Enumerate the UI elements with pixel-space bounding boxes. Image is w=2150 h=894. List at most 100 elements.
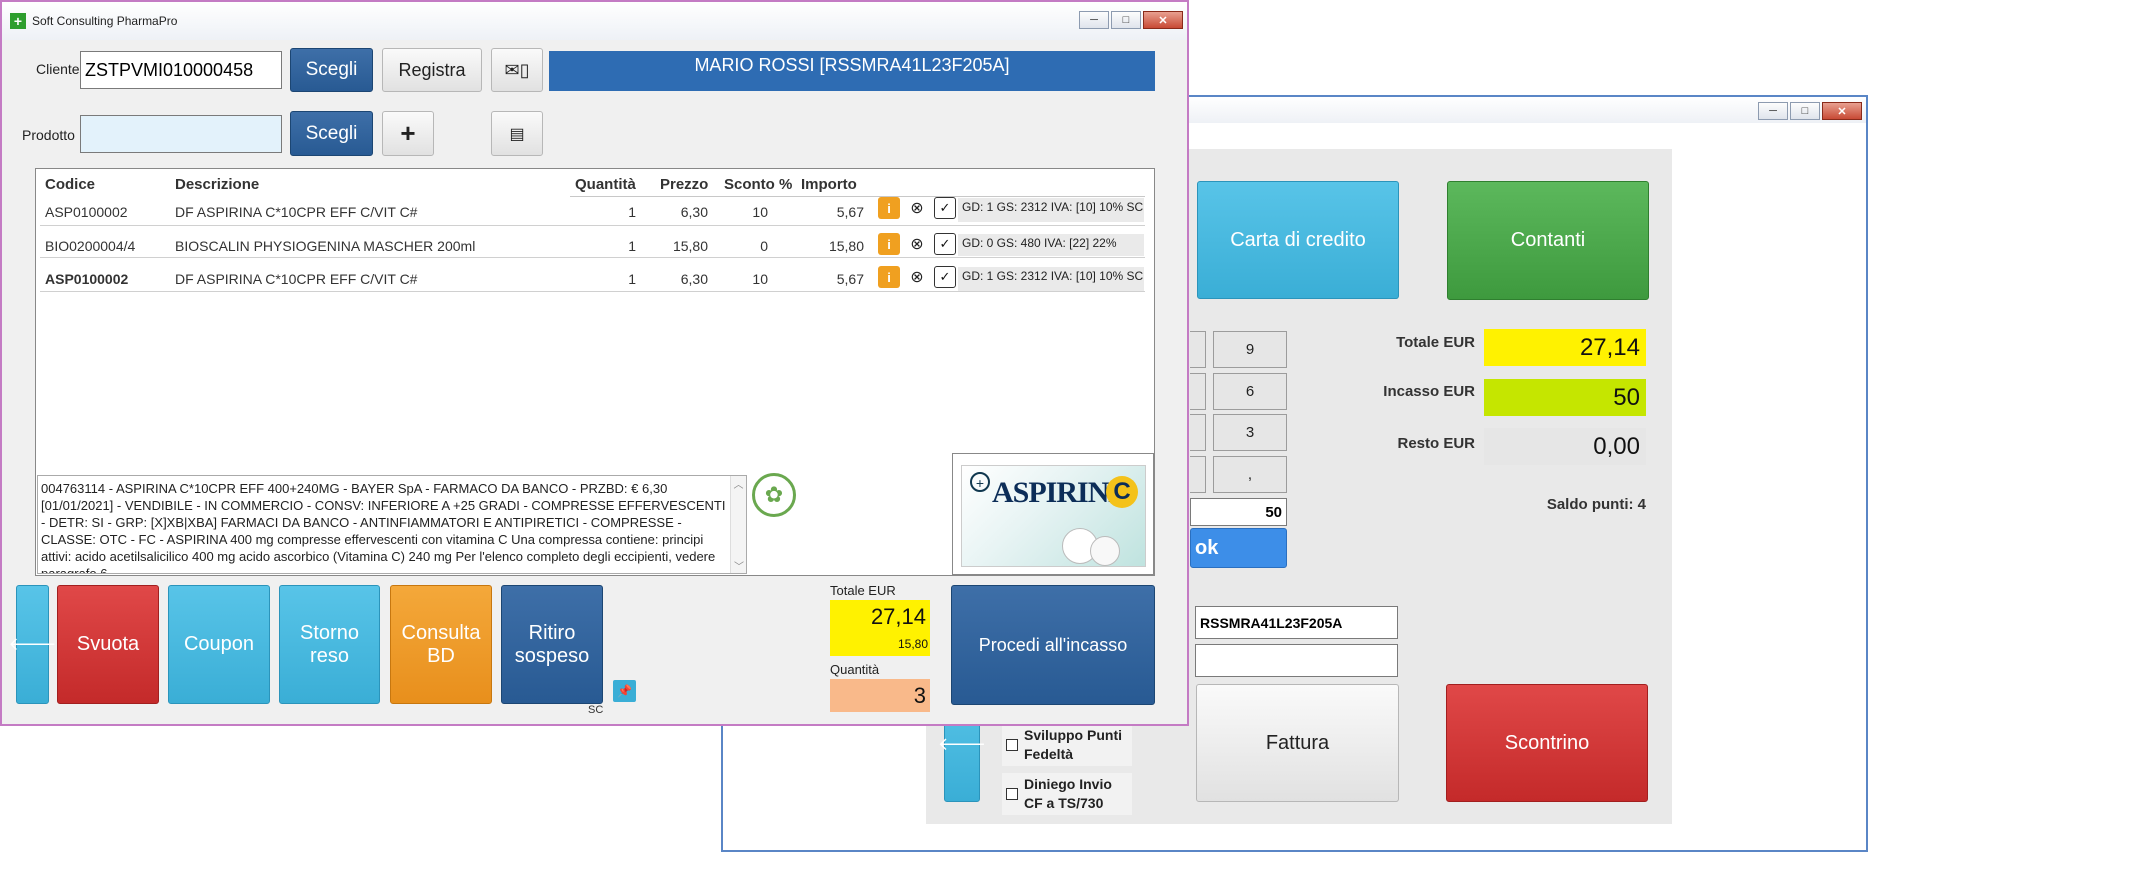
resto-eur-label: Resto EUR bbox=[1397, 435, 1475, 452]
list-icon: ▤ bbox=[509, 125, 525, 143]
row-info: GD: 1 GS: 2312 IVA: [10] 10% SCD: 31/10/… bbox=[958, 267, 1144, 291]
remove-icon[interactable]: ⊗ bbox=[906, 197, 928, 219]
col-descrizione: Descrizione bbox=[175, 176, 260, 193]
maximize-icon[interactable]: □ bbox=[1790, 102, 1820, 120]
coupon-button[interactable]: Coupon bbox=[168, 585, 270, 704]
storno-reso-button[interactable]: Storno reso bbox=[279, 585, 380, 704]
fidelity-checkbox[interactable] bbox=[1006, 739, 1018, 751]
codice-fiscale-field[interactable]: RSSMRA41L23F205A bbox=[1195, 606, 1398, 639]
diniego-checkbox[interactable] bbox=[1006, 788, 1018, 800]
product-image-c: C bbox=[1106, 476, 1138, 508]
info-icon[interactable]: i bbox=[878, 233, 900, 255]
key-3[interactable]: 3 bbox=[1213, 414, 1287, 451]
amount-input[interactable]: 50 bbox=[1190, 498, 1287, 526]
cliente-scegli-button[interactable]: Scegli bbox=[290, 48, 373, 92]
svuota-button[interactable]: Svuota bbox=[57, 585, 159, 704]
row-sconto: 10 bbox=[752, 204, 768, 220]
minimize-icon[interactable]: ─ bbox=[1758, 102, 1788, 120]
row-codice: BIO0200004/4 bbox=[45, 238, 136, 254]
product-image: + ASPIRINA C bbox=[961, 465, 1146, 567]
saldo-punti: Saldo punti: 4 bbox=[1546, 496, 1646, 513]
pin-button[interactable]: 📌 bbox=[613, 680, 636, 702]
cliente-label: Cliente bbox=[36, 61, 80, 77]
pin-icon: 📌 bbox=[617, 684, 632, 698]
minimize-icon[interactable]: ─ bbox=[1079, 11, 1109, 29]
secondary-field[interactable] bbox=[1195, 644, 1398, 677]
pharmapro-logo-icon: + bbox=[10, 13, 26, 29]
back-arrow-button[interactable]: 🡐 bbox=[8, 585, 57, 704]
totale-value: 27,14 bbox=[870, 604, 926, 629]
consulta-bd-button[interactable]: Consulta BD bbox=[390, 585, 492, 704]
arrow-left-icon: 🡐 bbox=[937, 733, 987, 754]
ritiro-sospeso-button[interactable]: Ritiro sospeso bbox=[501, 585, 603, 704]
bayer-cross-icon: + bbox=[970, 472, 990, 492]
customer-banner: MARIO ROSSI [RSSMRA41L23F205A] bbox=[549, 51, 1155, 91]
key-left-stub-4[interactable] bbox=[1190, 456, 1206, 493]
col-importo: Importo bbox=[801, 176, 857, 193]
fidelity-label: Sviluppo Punti Fedeltà bbox=[1024, 727, 1122, 762]
sc-label: SC bbox=[588, 704, 604, 716]
scontrino-button[interactable]: Scontrino bbox=[1446, 684, 1648, 802]
maximize-icon[interactable]: □ bbox=[1111, 11, 1141, 29]
row-quantita: 1 bbox=[628, 238, 636, 254]
comment-check-icon[interactable]: ✓ bbox=[934, 266, 956, 288]
fidelity-checkbox-row[interactable]: Sviluppo Punti Fedeltà bbox=[1002, 724, 1132, 766]
remove-icon[interactable]: ⊗ bbox=[906, 266, 928, 288]
fattura-button[interactable]: Fattura bbox=[1196, 684, 1399, 802]
diniego-checkbox-row[interactable]: Diniego Invio CF a TS/730 bbox=[1002, 773, 1132, 815]
quantita-value: 3 bbox=[830, 679, 930, 712]
bio-leaf-icon: ✿ bbox=[752, 473, 796, 517]
key-left-stub-1[interactable] bbox=[1190, 331, 1206, 368]
row-descrizione: DF ASPIRINA C*10CPR EFF C/VIT C# bbox=[175, 204, 418, 220]
ok-button[interactable]: ok bbox=[1190, 528, 1287, 568]
mail-phone-button[interactable]: ✉▯ bbox=[491, 48, 543, 92]
main-titlebar: + Soft Consulting PharmaPro ─ □ ✕ bbox=[2, 2, 1187, 40]
contanti-button[interactable]: Contanti bbox=[1447, 181, 1649, 300]
add-product-button[interactable]: + bbox=[382, 111, 434, 156]
close-icon[interactable]: ✕ bbox=[1143, 11, 1183, 29]
resto-eur-value: 0,00 bbox=[1484, 428, 1646, 465]
notes-button[interactable]: ▤ bbox=[491, 111, 543, 156]
carta-di-credito-button[interactable]: Carta di credito bbox=[1197, 181, 1399, 299]
header-divider bbox=[570, 196, 1145, 197]
window-title: Soft Consulting PharmaPro bbox=[32, 14, 178, 28]
key-9[interactable]: 9 bbox=[1213, 331, 1287, 368]
key-left-stub-2[interactable] bbox=[1190, 373, 1206, 410]
description-scrollbar[interactable]: ︿ ﹀ bbox=[730, 476, 746, 573]
row-descrizione: DF ASPIRINA C*10CPR EFF C/VIT C# bbox=[175, 271, 418, 287]
product-description: 004763114 - ASPIRINA C*10CPR EFF 400+240… bbox=[37, 475, 747, 574]
scroll-up-icon[interactable]: ︿ bbox=[731, 476, 746, 491]
row-prezzo: 6,30 bbox=[680, 204, 708, 220]
row-codice: ASP0100002 bbox=[45, 204, 128, 220]
incasso-eur-value: 50 bbox=[1484, 379, 1646, 416]
key-left-stub-3[interactable] bbox=[1190, 414, 1206, 451]
info-icon[interactable]: i bbox=[878, 266, 900, 288]
plus-icon: + bbox=[400, 118, 416, 148]
col-sconto: Sconto % bbox=[724, 176, 793, 193]
row-info: GD: 1 GS: 2312 IVA: [10] 10% SCD: 31/10/… bbox=[958, 198, 1144, 222]
info-icon[interactable]: i bbox=[878, 197, 900, 219]
row-importo: 15,80 bbox=[828, 238, 864, 254]
quantita-label: Quantità bbox=[830, 662, 880, 677]
scroll-down-icon[interactable]: ﹀ bbox=[731, 558, 747, 573]
comment-check-icon[interactable]: ✓ bbox=[934, 233, 956, 255]
prodotto-input[interactable] bbox=[80, 115, 282, 153]
cliente-code-input[interactable]: ZSTPVMI010000458 bbox=[80, 51, 282, 89]
row-quantita: 1 bbox=[628, 204, 636, 220]
registra-button[interactable]: Registra bbox=[382, 48, 482, 92]
row-sconto: 0 bbox=[760, 238, 768, 254]
key-6[interactable]: 6 bbox=[1213, 373, 1287, 410]
prodotto-label: Prodotto bbox=[22, 127, 75, 143]
procedi-incasso-button[interactable]: Procedi all'incasso bbox=[951, 585, 1155, 705]
col-codice: Codice bbox=[45, 176, 96, 193]
incasso-eur-label: Incasso EUR bbox=[1383, 383, 1475, 400]
remove-icon[interactable]: ⊗ bbox=[906, 233, 928, 255]
totale-eur-value: 27,14 bbox=[1484, 329, 1646, 366]
close-icon[interactable]: ✕ bbox=[1822, 102, 1862, 120]
key-comma[interactable]: , bbox=[1213, 456, 1287, 493]
totale-eur-label: Totale EUR bbox=[1396, 334, 1475, 351]
comment-check-icon[interactable]: ✓ bbox=[934, 197, 956, 219]
row-info: GD: 0 GS: 480 IVA: [22] 22% bbox=[958, 234, 1144, 256]
totale-subvalue: 15,80 bbox=[897, 637, 928, 651]
prodotto-scegli-button[interactable]: Scegli bbox=[290, 111, 373, 156]
